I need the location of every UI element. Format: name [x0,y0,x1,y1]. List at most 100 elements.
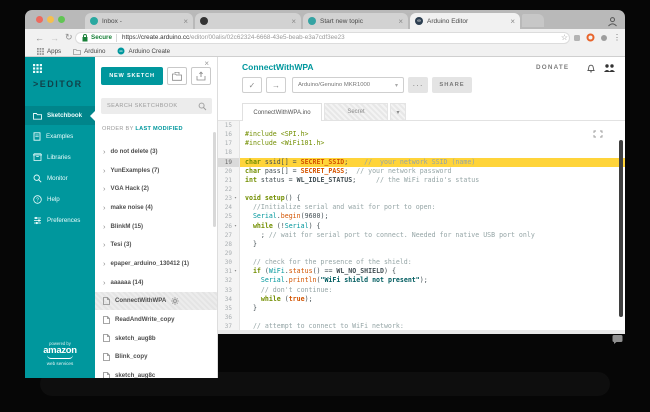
search-icon[interactable] [198,102,207,111]
code-line[interactable]: 31▾ if (WiFi.status() == WL_NO_SHIELD) { [218,267,625,276]
browser-menu-icon[interactable]: ⋮ [613,33,621,42]
donate-link[interactable]: DONATE [536,64,569,71]
sketch-item[interactable]: ReadAndWrite_copy [95,310,218,329]
browser-tab-arduino-editor[interactable]: ∞ Arduino Editor × [410,13,520,29]
gear-icon[interactable] [171,297,179,305]
sketch-item[interactable]: ›Tesi (3) [95,235,218,254]
verify-button[interactable]: ✓ [242,77,262,93]
sketch-item[interactable]: ›make noise (4) [95,198,218,217]
extension-gray-icon[interactable] [600,29,608,47]
code-line[interactable]: 34 while (true); [218,295,625,304]
fold-caret-icon[interactable]: ▾ [232,194,239,203]
code-line[interactable]: 22 [218,185,625,194]
fold-caret-icon[interactable] [232,276,239,285]
sidebar-item-preferences[interactable]: Preferences [25,211,95,230]
code-line[interactable]: 36 [218,313,625,322]
board-selector[interactable]: Arduino/Genuino MKR1000 ▾ [292,77,404,93]
upload-button[interactable]: → [266,77,286,93]
sketch-item[interactable]: ›BlinkM (15) [95,217,218,236]
import-sketch-button[interactable] [191,67,211,85]
code-line[interactable]: 17#include <WiFi101.h> [218,139,625,148]
fold-caret-icon[interactable] [232,158,239,167]
new-folder-button[interactable] [167,67,187,85]
sketchbook-scrollbar[interactable] [213,132,216,227]
sketch-item[interactable]: ›VGA Hack (2) [95,179,218,198]
sketch-item[interactable]: Blink_copy [95,348,218,367]
sketch-item[interactable]: sketch_aug8b [95,329,218,348]
fold-caret-icon[interactable] [232,313,239,322]
fold-caret-icon[interactable] [232,212,239,221]
sidebar-item-libraries[interactable]: Libraries [25,148,95,167]
fold-caret-icon[interactable]: ▾ [232,222,239,231]
code-line[interactable]: 24 //Initialize serial and wait for port… [218,203,625,212]
fold-caret-icon[interactable] [232,203,239,212]
browser-tab-start-new-topic[interactable]: Start new topic × [303,13,408,29]
fold-caret-icon[interactable] [232,231,239,240]
sketch-item[interactable]: ›epaper_arduino_130412 (1) [95,254,218,273]
tab-close-icon[interactable]: × [510,17,515,26]
sidebar-item-monitor[interactable]: Monitor [25,169,95,188]
code-line[interactable]: 19char ssid[] = SECRET_SSID; // your net… [218,158,625,167]
app-grid-icon[interactable] [33,64,42,73]
sketch-item[interactable]: ConnectWithWPA [95,292,218,311]
order-by[interactable]: ORDER BY LAST MODIFIED [102,126,183,132]
code-line[interactable]: 27 ; // wait for serial port to connect.… [218,231,625,240]
fold-caret-icon[interactable] [232,322,239,330]
extension-orange-icon[interactable] [586,29,595,47]
reload-icon[interactable]: ↻ [65,32,73,43]
close-window-button[interactable] [36,16,43,23]
fold-caret-icon[interactable] [232,121,239,130]
tab-menu-button[interactable]: ▾ [390,103,406,121]
code-line[interactable]: 28 } [218,240,625,249]
more-options-button[interactable]: ··· [408,77,428,93]
share-button[interactable]: SHARE [432,77,472,93]
sketch-item[interactable]: ›do not delete (3) [95,142,218,161]
sidebar-item-examples[interactable]: Examples [25,127,95,146]
code-line[interactable]: 32 Serial.println("WiFi shield not prese… [218,276,625,285]
code-line[interactable]: 33 // don't continue: [218,286,625,295]
sketch-item[interactable]: ›YunExamples (7) [95,161,218,180]
editor-scrollbar[interactable] [619,140,623,317]
fold-caret-icon[interactable] [232,130,239,139]
code-line[interactable]: 29 [218,249,625,258]
tab-close-icon[interactable]: × [291,17,296,26]
code-line[interactable]: 23▾void setup() { [218,194,625,203]
tab-secret[interactable]: Secret [324,103,388,121]
bookmark-arduino-create[interactable]: ∞ Arduino Create [117,47,170,55]
tab-close-icon[interactable]: × [398,17,403,26]
minimize-window-button[interactable] [47,16,54,23]
bookmark-star-icon[interactable]: ☆ [561,33,568,42]
search-input[interactable] [101,103,198,109]
code-editor[interactable]: 1516#include <SPI.h>17#include <WiFi101.… [218,120,625,330]
tab-close-icon[interactable]: × [183,17,188,26]
bookmark-arduino[interactable]: Arduino [73,48,105,55]
fullscreen-icon[interactable] [593,125,603,143]
code-line[interactable]: 18 [218,148,625,157]
code-line[interactable]: 26▾ while (!Serial) { [218,222,625,231]
code-line[interactable]: 15 [218,121,625,130]
sketch-item[interactable]: ›aaaaaa (14) [95,273,218,292]
zoom-window-button[interactable] [58,16,65,23]
browser-tab-github[interactable]: × [195,13,301,29]
fold-caret-icon[interactable]: ▾ [232,267,239,276]
sketch-item[interactable]: sketch_aug8c [95,366,218,378]
address-bar[interactable]: Secure https://create.arduino.cc /editor… [75,32,570,44]
extension-icon[interactable] [573,29,581,47]
code-line[interactable]: 37 // attempt to connect to WiFi network… [218,322,625,330]
back-icon[interactable]: ← [35,33,44,43]
new-sketch-button[interactable]: NEW SKETCH [101,67,163,85]
sidebar-item-sketchbook[interactable]: Sketchbook [25,106,95,125]
fold-caret-icon[interactable] [232,167,239,176]
fold-caret-icon[interactable] [232,295,239,304]
code-line[interactable]: 30 // check for the presence of the shie… [218,258,625,267]
code-line[interactable]: 21int status = WL_IDLE_STATUS; // the Wi… [218,176,625,185]
fold-caret-icon[interactable] [232,176,239,185]
fold-caret-icon[interactable] [232,139,239,148]
community-icon[interactable] [603,61,616,79]
tab-connectwithwpa-ino[interactable]: ConnectWithWPA.ino [242,103,322,121]
browser-tab-inbox[interactable]: Inbox - × [85,13,193,29]
fold-caret-icon[interactable] [232,304,239,313]
code-line[interactable]: 25 Serial.begin(9600); [218,212,625,221]
fold-caret-icon[interactable] [232,258,239,267]
sidebar-item-help[interactable]: ? Help [25,190,95,209]
